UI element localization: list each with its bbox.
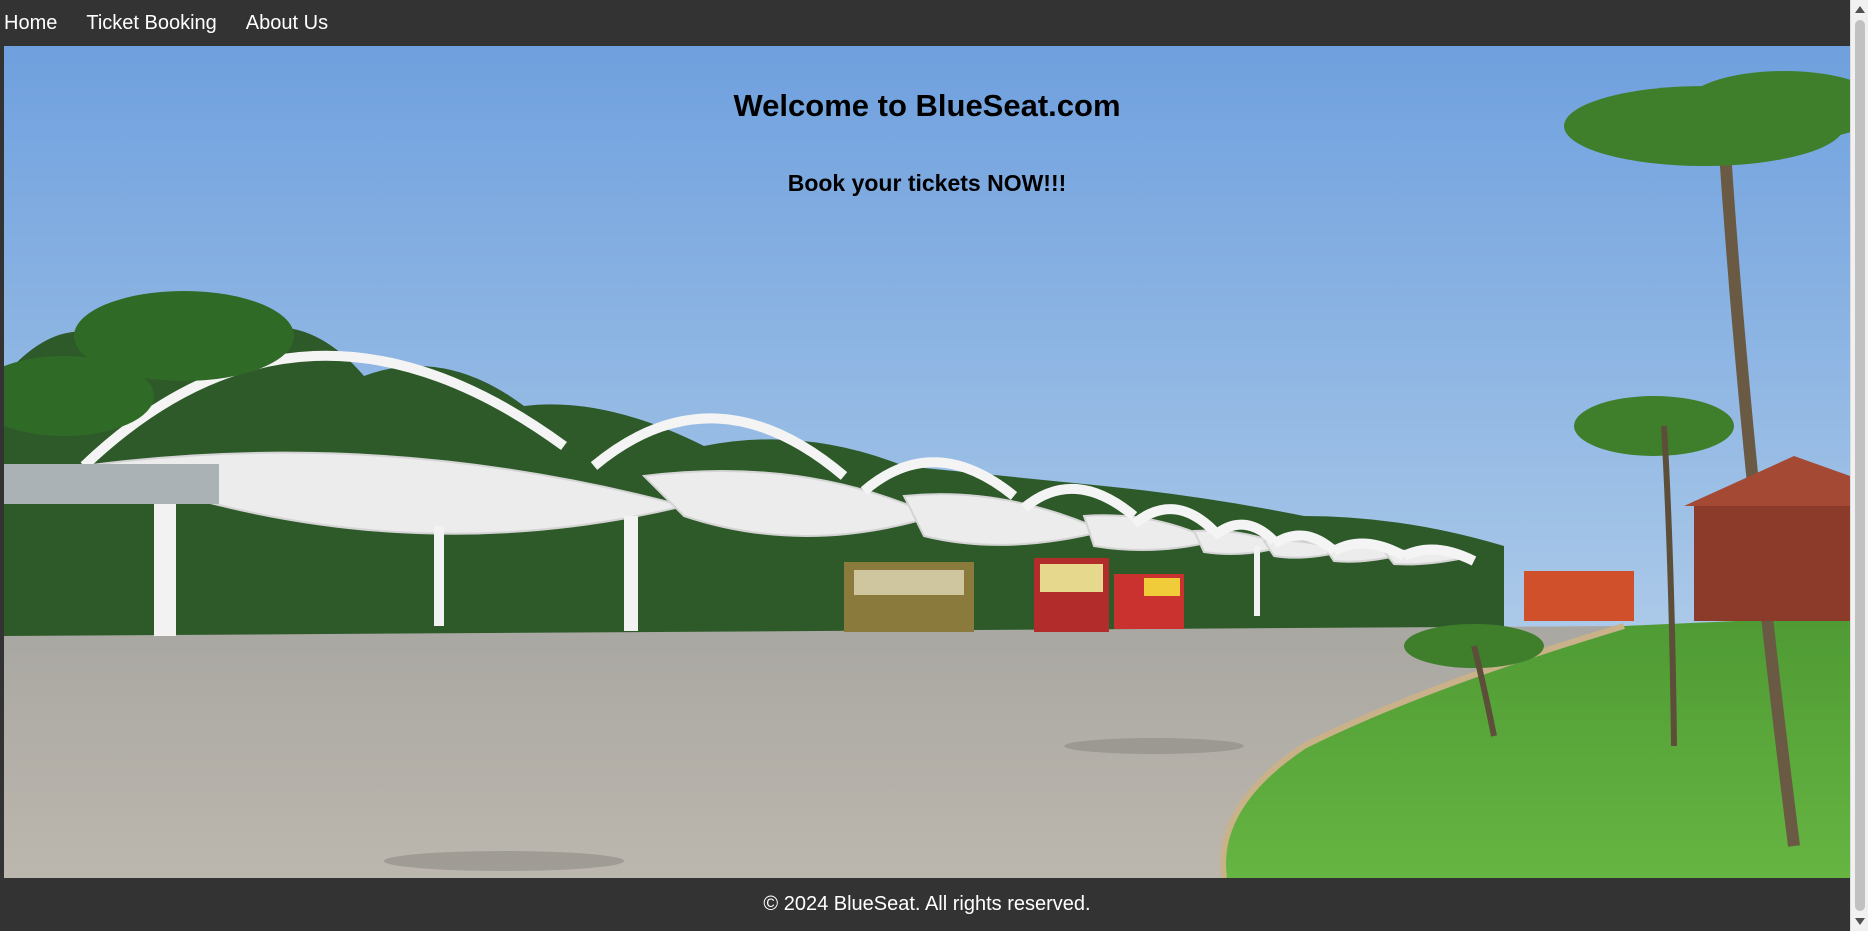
nav-about-us-link[interactable]: About Us <box>246 0 328 46</box>
footer: © 2024 BlueSeat. All rights reserved. <box>4 878 1850 931</box>
vertical-scrollbar[interactable] <box>1850 0 1868 931</box>
hero-subtitle: Book your tickets NOW!!! <box>787 170 1067 196</box>
footer-copyright: © 2024 BlueSeat. All rights reserved. <box>763 893 1091 915</box>
scroll-down-arrow-icon[interactable] <box>1855 918 1865 925</box>
navbar: Home Ticket Booking About Us <box>4 0 1850 46</box>
nav-home-link[interactable]: Home <box>4 0 57 46</box>
scrollbar-thumb[interactable] <box>1855 20 1865 911</box>
hero-title: Welcome to BlueSeat.com <box>733 88 1121 123</box>
page-frame: Home Ticket Booking About Us Welcome to … <box>4 0 1850 931</box>
nav-ticket-booking-link[interactable]: Ticket Booking <box>86 0 216 46</box>
scroll-up-arrow-icon[interactable] <box>1855 6 1865 13</box>
hero-section: Welcome to BlueSeat.com Book your ticket… <box>4 46 1850 878</box>
